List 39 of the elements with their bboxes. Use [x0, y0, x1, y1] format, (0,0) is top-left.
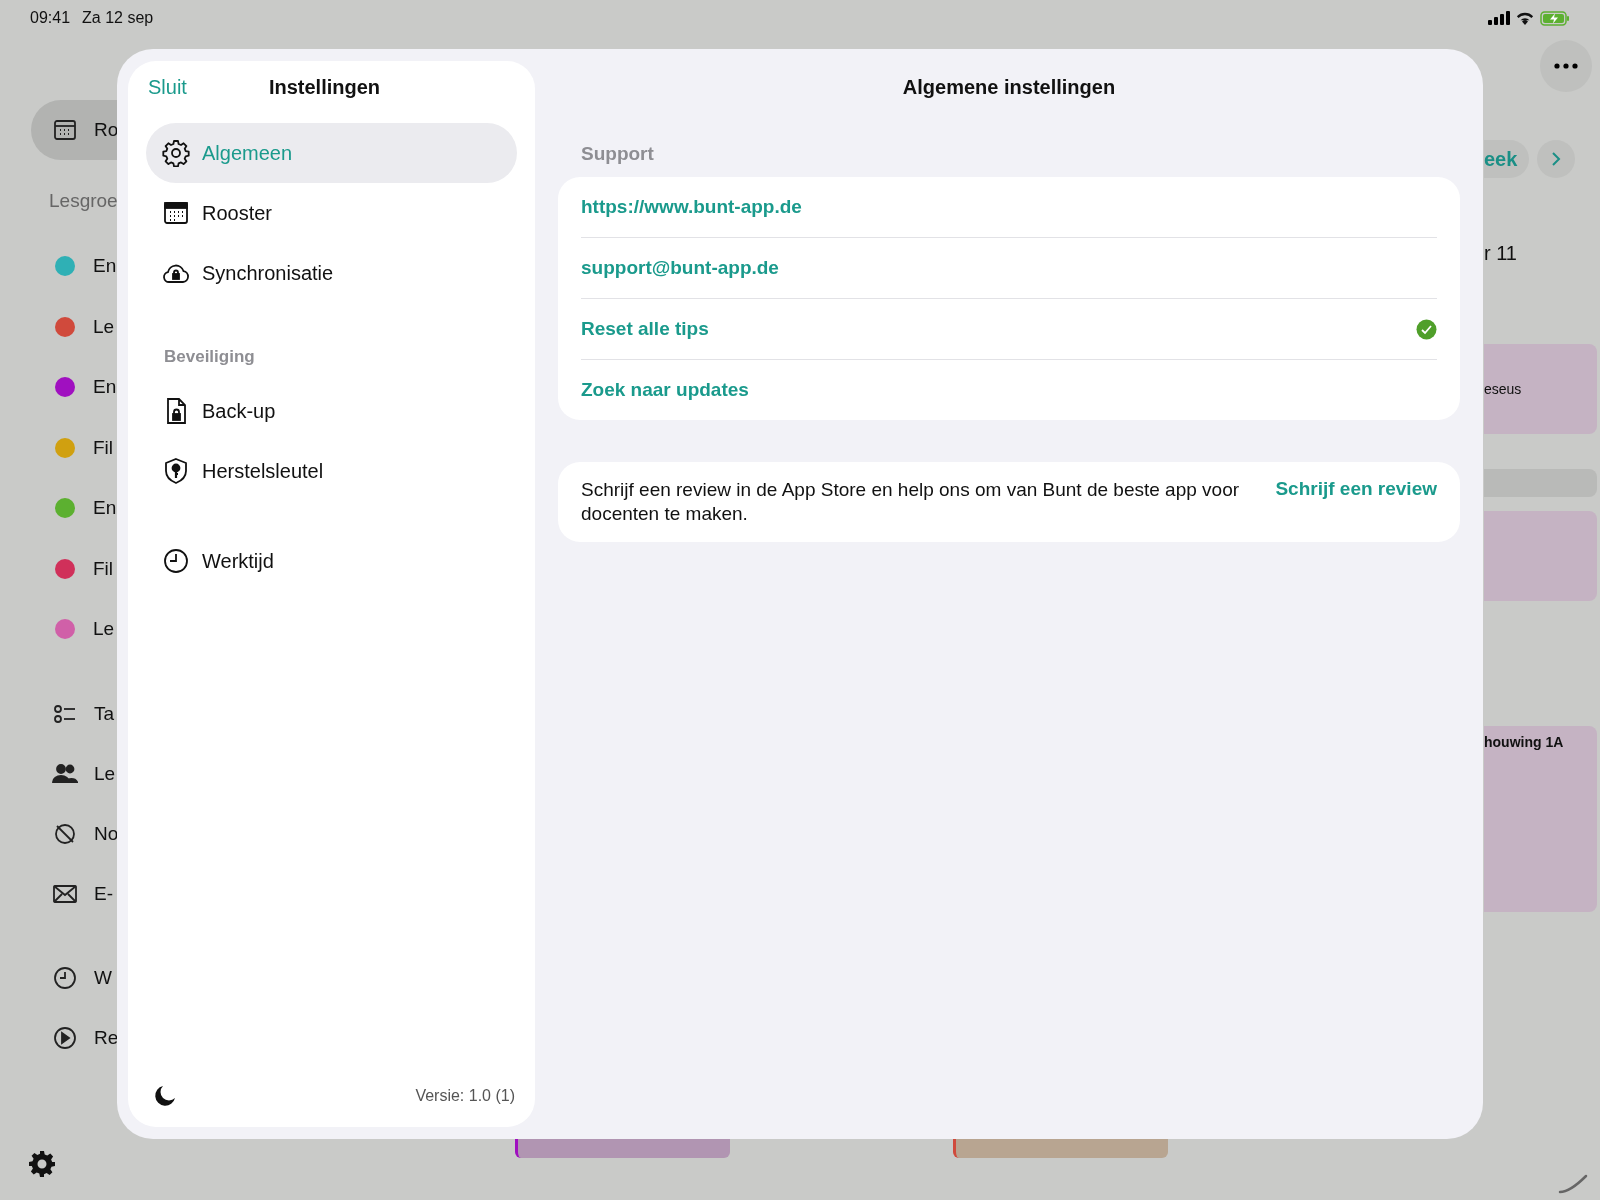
group-label[interactable]: En: [93, 255, 117, 278]
play-icon: [52, 1024, 78, 1051]
clock-icon: [52, 964, 78, 991]
settings-icon[interactable]: [28, 1150, 56, 1178]
gear-icon: [162, 139, 190, 167]
more-icon: [1554, 63, 1578, 69]
settings-item[interactable]: Back-up: [146, 381, 517, 441]
status-time: 09:41: [30, 9, 71, 27]
review-text: Schrijf een review in de App Store en help ons om van Bunt de beste app voor docenten te maken.: [581, 478, 1241, 526]
clock-icon: [162, 547, 190, 575]
group-label[interactable]: Fil: [93, 557, 114, 580]
page-title: Algemene instellingen: [901, 75, 1117, 100]
sidebar-title: Instellingen: [268, 75, 381, 99]
event-card: houwing 1A: [1484, 726, 1597, 912]
moon-icon[interactable]: [154, 1085, 176, 1107]
wifi-icon: [1516, 11, 1534, 25]
group-label[interactable]: En: [93, 376, 117, 399]
version-label: Versie: 1.0 (1): [415, 1087, 515, 1105]
calendar-icon: [52, 117, 78, 143]
group-label[interactable]: Le: [93, 315, 115, 338]
settings-item[interactable]: Werktijd: [146, 531, 517, 591]
sidebar-heading: Lesgroe: [48, 190, 119, 212]
column-header: r 11: [1484, 242, 1518, 266]
settings-item[interactable]: Synchronisatie: [146, 243, 517, 303]
group-label[interactable]: Le: [93, 618, 115, 641]
status-date: Za 12 sep: [82, 9, 154, 27]
shield-icon: [162, 457, 190, 485]
event-card: eseus: [1484, 344, 1597, 434]
settings-item[interactable]: Herstelsleutel: [146, 441, 517, 501]
calendar-icon: [162, 199, 190, 227]
battery-icon: [1540, 10, 1570, 26]
signal-icon: [1488, 11, 1510, 25]
more-button[interactable]: [1540, 40, 1592, 92]
group-label[interactable]: Fil: [93, 436, 114, 459]
settings-item[interactable]: Rooster: [146, 183, 517, 243]
section-heading: Beveiliging: [163, 346, 256, 368]
chevron-right-icon: [1551, 151, 1562, 167]
group-label[interactable]: En: [93, 497, 117, 520]
section-heading: Support: [580, 142, 655, 166]
